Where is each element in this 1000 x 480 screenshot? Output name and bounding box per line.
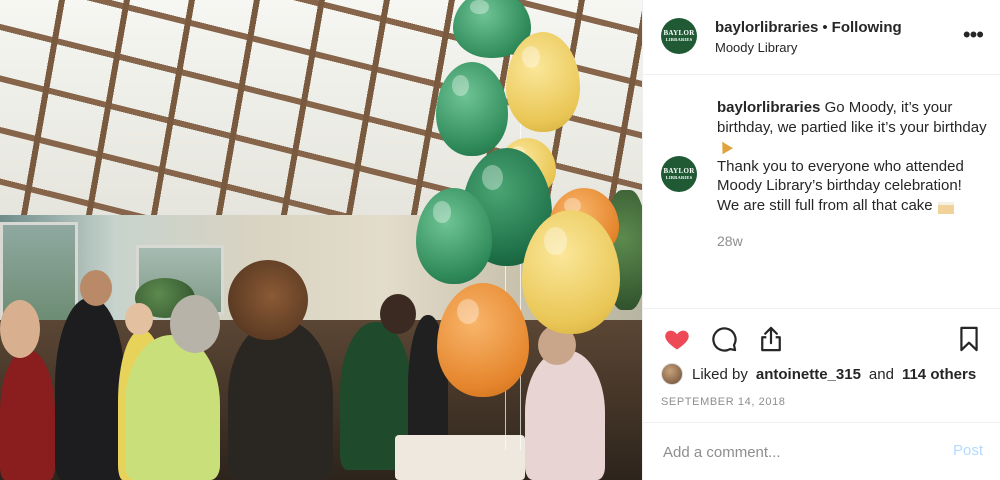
share-icon[interactable] bbox=[757, 325, 785, 353]
avatar-logo-subtext: LIBRARIES bbox=[665, 174, 693, 180]
more-options-icon[interactable]: ••• bbox=[963, 24, 984, 46]
post-header: BAYLOR LIBRARIES baylorlibraries • Followi… bbox=[643, 0, 1000, 75]
person-figure bbox=[125, 335, 220, 480]
mascot-head bbox=[228, 260, 308, 340]
following-button[interactable]: Following bbox=[832, 19, 902, 36]
likes-others-link[interactable]: 114 others bbox=[902, 366, 976, 383]
person-head bbox=[380, 294, 416, 334]
first-liker-link[interactable]: antoinette_315 bbox=[756, 366, 861, 383]
avatar-logo-text: BAYLOR bbox=[663, 166, 695, 175]
liker-avatar[interactable] bbox=[661, 363, 683, 385]
caption-section: BAYLOR LIBRARIES baylorlibraries Go Mood… bbox=[643, 76, 1000, 307]
avatar-logo-text: BAYLOR bbox=[663, 28, 695, 37]
location-link[interactable]: Moody Library bbox=[715, 40, 797, 55]
cake-icon bbox=[937, 198, 955, 214]
person-head bbox=[80, 270, 112, 306]
person-figure bbox=[55, 298, 125, 480]
caption-text: baylorlibraries Go Moody, it’s your birt… bbox=[717, 98, 987, 215]
username-row: baylorlibraries • Following bbox=[715, 19, 902, 36]
likes-summary: Liked by antoinette_315 and 114 others bbox=[661, 362, 976, 386]
comment-input[interactable] bbox=[663, 441, 933, 463]
balloon bbox=[436, 62, 508, 156]
post-photo[interactable] bbox=[0, 0, 642, 480]
person-figure bbox=[0, 350, 55, 480]
post-comment-button[interactable]: Post bbox=[953, 442, 983, 459]
comment-icon[interactable] bbox=[710, 325, 738, 353]
person-head bbox=[0, 300, 40, 358]
avatar[interactable]: BAYLOR LIBRARIES bbox=[661, 18, 697, 54]
mascot-figure bbox=[228, 320, 333, 480]
action-bar bbox=[643, 308, 1000, 366]
person-head bbox=[125, 303, 153, 335]
post-details-panel: BAYLOR LIBRARIES baylorlibraries • Followi… bbox=[642, 0, 1000, 480]
heart-icon[interactable] bbox=[663, 325, 691, 353]
avatar-logo-subtext: LIBRARIES bbox=[665, 36, 693, 42]
caption-timestamp[interactable]: 28w bbox=[717, 233, 743, 249]
caption-username-link[interactable]: baylorlibraries bbox=[717, 99, 820, 116]
avatar[interactable]: BAYLOR LIBRARIES bbox=[661, 156, 697, 192]
person-figure bbox=[525, 350, 605, 480]
balloon bbox=[506, 32, 580, 132]
username-link[interactable]: baylorlibraries bbox=[715, 19, 818, 36]
likes-prefix: Liked by bbox=[692, 365, 748, 383]
person-head bbox=[170, 295, 220, 353]
balloon bbox=[416, 188, 492, 284]
likes-connector: and bbox=[868, 365, 894, 383]
bookmark-icon[interactable] bbox=[955, 325, 983, 353]
post-date[interactable]: SEPTEMBER 14, 2018 bbox=[661, 396, 786, 408]
separator-dot: • bbox=[822, 19, 828, 36]
comment-box: Post bbox=[643, 422, 1000, 480]
party-popper-icon bbox=[717, 138, 733, 152]
caption-line-2: Thank you to everyone who attended Moody… bbox=[717, 157, 964, 214]
